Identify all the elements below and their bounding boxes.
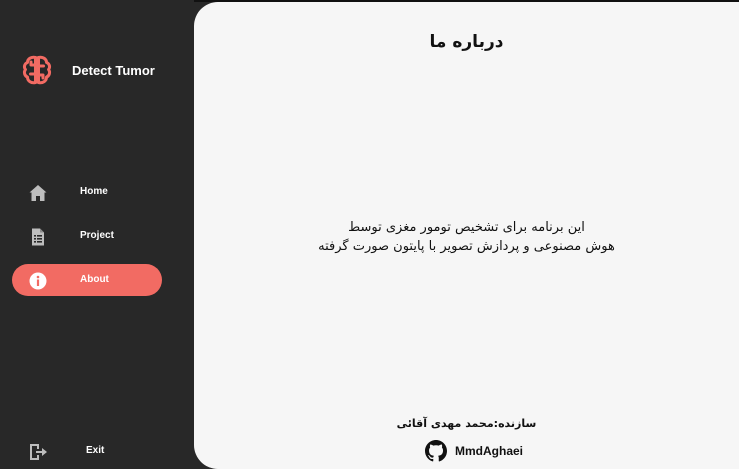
document-icon <box>32 228 44 246</box>
github-link[interactable]: MmdAghaei <box>425 439 523 463</box>
brain-logo-icon <box>22 55 52 85</box>
exit-icon <box>30 444 47 460</box>
sidebar: Detect Tumor Home Project About Exit <box>0 0 194 469</box>
sidebar-item-label: Home <box>80 186 108 197</box>
about-description: این برنامه برای تشخیص تومور مغزی توسط هو… <box>194 218 739 256</box>
github-icon <box>425 440 447 462</box>
sidebar-item-home[interactable]: Home <box>12 176 162 208</box>
page-title: درباره ما <box>429 32 504 52</box>
main-content: درباره ما این برنامه برای تشخیص تومور مغ… <box>194 2 739 469</box>
home-icon <box>29 185 47 201</box>
exit-button[interactable]: Exit <box>12 435 162 467</box>
brand-name: Detect Tumor <box>72 62 155 78</box>
exit-label: Exit <box>86 445 105 456</box>
sidebar-item-about[interactable]: About <box>12 264 162 296</box>
description-line-1: این برنامه برای تشخیص تومور مغزی توسط <box>348 220 585 235</box>
sidebar-item-project[interactable]: Project <box>12 220 162 252</box>
github-username: MmdAghaei <box>455 444 524 458</box>
info-icon <box>29 272 47 290</box>
sidebar-item-label: Project <box>80 230 114 241</box>
author-credit: سازنده:محمد مهدی آقائی <box>396 417 537 430</box>
brand: Detect Tumor <box>22 54 155 86</box>
sidebar-item-label: About <box>80 274 109 285</box>
description-line-2: هوش مصنوعی و پردازش تصویر با پایتون صورت… <box>318 239 615 254</box>
